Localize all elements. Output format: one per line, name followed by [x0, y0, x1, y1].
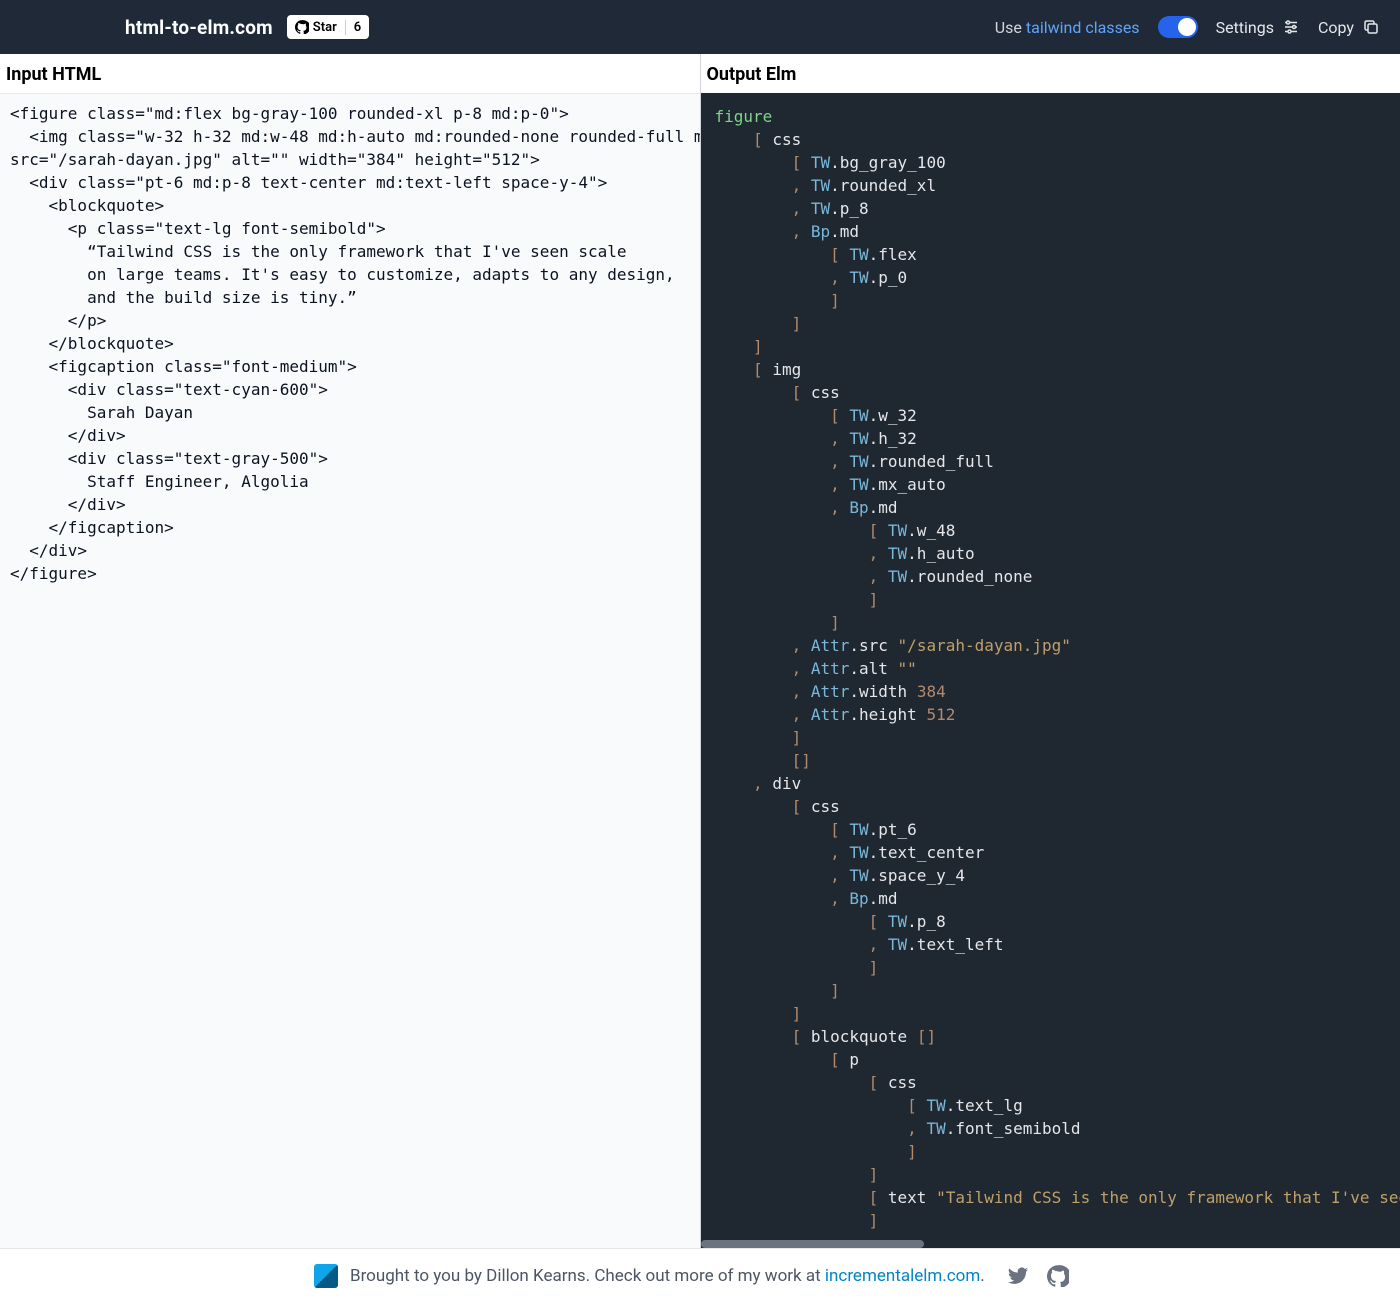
- horizontal-scrollbar[interactable]: [701, 1240, 1400, 1248]
- github-star-badge[interactable]: Star 6: [287, 15, 369, 39]
- tailwind-toggle-label: Use tailwind classes: [995, 18, 1140, 37]
- output-panel-title: Output Elm: [701, 54, 1400, 93]
- copy-icon: [1362, 18, 1380, 36]
- github-star-label: Star: [313, 20, 337, 35]
- footer: Brought to you by Dillon Kearns. Check o…: [0, 1248, 1400, 1302]
- output-elm-viewer[interactable]: figure [ css [ TW.bg_gray_100 , TW.round…: [701, 93, 1400, 1248]
- input-html-editor[interactable]: <figure class="md:flex bg-gray-100 round…: [0, 93, 700, 1248]
- tailwind-toggle[interactable]: [1158, 16, 1198, 38]
- input-panel-title: Input HTML: [0, 54, 700, 93]
- footer-link[interactable]: incrementalelm.com: [825, 1266, 980, 1286]
- twitter-icon[interactable]: [1007, 1265, 1029, 1287]
- tailwind-classes-link[interactable]: tailwind classes: [1026, 18, 1140, 37]
- output-panel: Output Elm figure [ css [ TW.bg_gray_100…: [701, 54, 1400, 1248]
- brand-title: html-to-elm.com: [125, 16, 273, 39]
- github-icon: [295, 20, 309, 34]
- input-panel: Input HTML <figure class="md:flex bg-gra…: [0, 54, 701, 1248]
- settings-button[interactable]: Settings: [1216, 18, 1300, 37]
- editor-panels: Input HTML <figure class="md:flex bg-gra…: [0, 54, 1400, 1248]
- topbar: html-to-elm.com Star 6 Use tailwind clas…: [0, 0, 1400, 54]
- footer-logo-icon: [314, 1264, 338, 1288]
- copy-button[interactable]: Copy: [1318, 18, 1380, 37]
- github-star-count: 6: [345, 20, 369, 35]
- settings-icon: [1282, 18, 1300, 36]
- github-footer-icon[interactable]: [1047, 1265, 1069, 1287]
- footer-text: Brought to you by Dillon Kearns. Check o…: [350, 1266, 985, 1286]
